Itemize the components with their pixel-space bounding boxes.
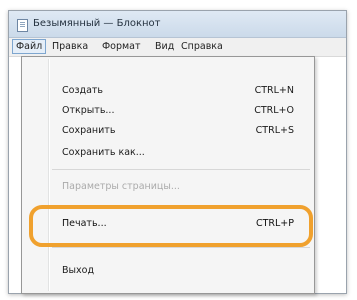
menu-item-open[interactable]: Открыть... CTRL+O [22,101,314,121]
menu-item-label: Выход [62,265,95,276]
menu-item-label: Открыть... [62,105,115,116]
window-title: Безымянный — Блокнот [33,18,161,29]
menu-item-shortcut: CTRL+O [254,105,294,116]
menu-item-new[interactable]: Создать CTRL+N [22,81,314,101]
menu-item-label: Параметры страницы... [62,181,180,192]
menu-item-shortcut: CTRL+S [255,125,294,136]
menu-file[interactable]: Файл [12,39,47,54]
menu-help[interactable]: Справка [181,40,223,53]
menu-edit[interactable]: Правка [52,40,88,53]
menu-item-label: Создать [62,85,104,96]
menu-item-save-as[interactable]: Сохранить как... [22,143,314,163]
menu-format[interactable]: Формат [102,40,141,53]
notepad-window: Безымянный — Блокнот Файл Правка Формат … [8,10,347,294]
title-bar[interactable]: Безымянный — Блокнот [9,11,346,38]
file-menu-dropdown: Создать CTRL+N Открыть... CTRL+O Сохрани… [21,56,315,294]
menu-item-shortcut: CTRL+P [255,218,294,229]
menu-item-label: Печать... [62,218,107,229]
menu-separator [52,169,310,170]
menu-item-label: Сохранить как... [62,147,145,158]
menu-item-exit[interactable]: Выход [22,261,314,281]
menu-view[interactable]: Вид [155,40,174,53]
menu-item-save[interactable]: Сохранить CTRL+S [22,121,314,141]
menu-item-shortcut: CTRL+N [254,85,294,96]
menu-bar: Файл Правка Формат Вид Справка [9,38,346,57]
menu-item-label: Сохранить [62,125,116,136]
menu-item-page-setup[interactable]: Параметры страницы... [22,177,314,197]
menu-separator [52,247,310,248]
menu-item-print[interactable]: Печать... CTRL+P [22,214,314,234]
notepad-icon [17,19,28,32]
